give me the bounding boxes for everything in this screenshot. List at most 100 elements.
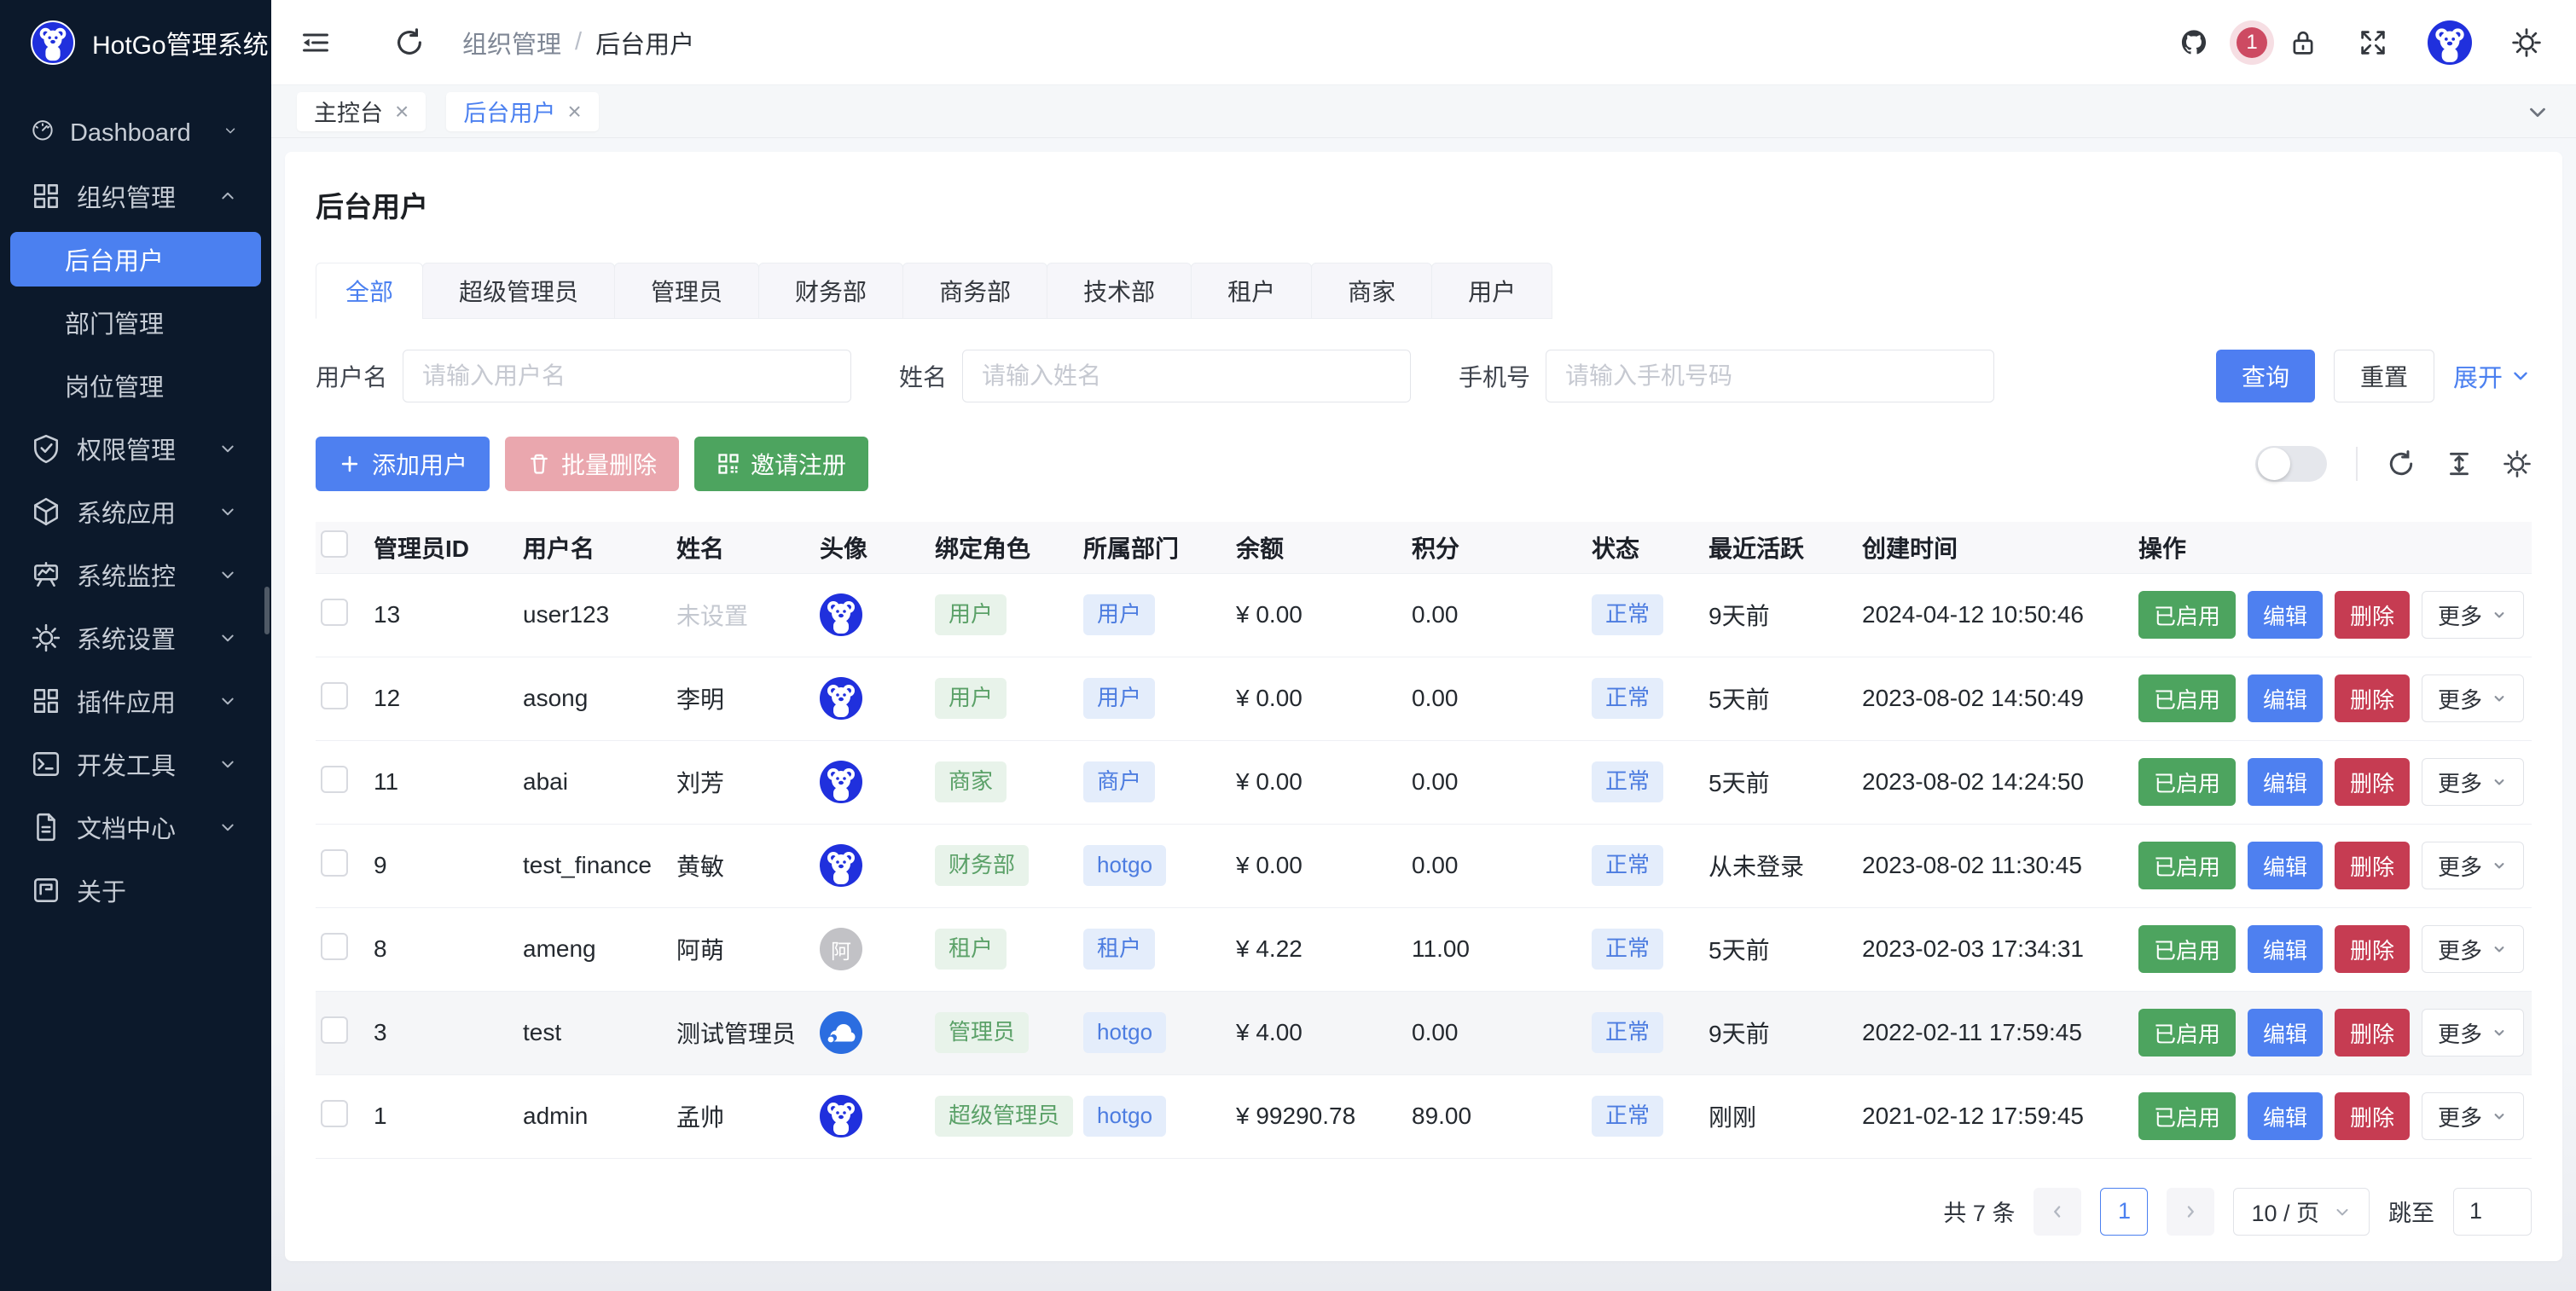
sidebar-item-label: 权限管理 — [77, 431, 176, 466]
add-user-button[interactable]: 添加用户 — [316, 437, 490, 491]
filter-tab-财务部[interactable]: 财务部 — [758, 263, 903, 319]
sidebar-item-部门管理[interactable]: 部门管理 — [10, 295, 261, 350]
table-row-user-test: 3test测试管理员管理员hotgo¥ 4.000.00正常9天前2022-02… — [316, 991, 2532, 1074]
row-height-icon[interactable] — [2445, 449, 2474, 478]
more-button[interactable]: 更多 — [2422, 1092, 2524, 1140]
edit-button[interactable]: 编辑 — [2248, 674, 2323, 722]
enabled-status-button[interactable]: 已启用 — [2138, 1092, 2236, 1140]
pagination-jump-input[interactable] — [2453, 1188, 2532, 1236]
tabbar-chevron-down-icon[interactable] — [2525, 99, 2550, 124]
sidebar-item-Dashboard[interactable]: Dashboard — [10, 106, 261, 160]
sidebar-item-系统应用[interactable]: 系统应用 — [10, 484, 261, 539]
more-button[interactable]: 更多 — [2422, 758, 2524, 806]
sidebar-collapse-icon[interactable] — [300, 27, 331, 58]
fullscreen-icon[interactable] — [2358, 27, 2388, 58]
enabled-status-button[interactable]: 已启用 — [2138, 1009, 2236, 1057]
row-checkbox[interactable] — [321, 849, 348, 877]
striped-toggle[interactable] — [2255, 446, 2327, 482]
pagination-page-1[interactable]: 1 — [2100, 1188, 2148, 1236]
table-refresh-icon[interactable] — [2387, 449, 2416, 478]
pagination-prev-button[interactable] — [2034, 1188, 2081, 1236]
lock-screen-icon[interactable] — [2288, 27, 2318, 58]
github-icon[interactable] — [2179, 27, 2209, 58]
app-logo-row[interactable]: HotGo管理系统 — [0, 0, 271, 85]
row-checkbox[interactable] — [321, 599, 348, 626]
sidebar-item-组织管理[interactable]: 组织管理 — [10, 169, 261, 223]
page-tab-后台用户[interactable]: 后台用户× — [446, 92, 598, 131]
row-checkbox[interactable] — [321, 766, 348, 793]
invite-register-button[interactable]: 邀请注册 — [694, 437, 868, 491]
filter-tab-技术部[interactable]: 技术部 — [1047, 263, 1192, 319]
filter-tab-管理员[interactable]: 管理员 — [614, 263, 759, 319]
cell-points: 11.00 — [1407, 907, 1587, 991]
more-button[interactable]: 更多 — [2422, 591, 2524, 639]
filter-tab-商家[interactable]: 商家 — [1311, 263, 1432, 319]
username-input[interactable] — [403, 350, 851, 402]
edit-button[interactable]: 编辑 — [2248, 1092, 2323, 1140]
user-avatar[interactable] — [2428, 20, 2472, 65]
sidebar-item-关于[interactable]: 关于 — [10, 863, 261, 918]
user-avatar-koala-icon — [820, 761, 862, 803]
delete-button[interactable]: 删除 — [2335, 1009, 2410, 1057]
edit-button[interactable]: 编辑 — [2248, 925, 2323, 973]
query-button[interactable]: 查询 — [2216, 350, 2315, 402]
page-size-select[interactable]: 10 / 页 — [2233, 1188, 2370, 1236]
enabled-status-button[interactable]: 已启用 — [2138, 591, 2236, 639]
more-button[interactable]: 更多 — [2422, 674, 2524, 722]
filter-tab-用户[interactable]: 用户 — [1431, 263, 1552, 319]
enabled-status-button[interactable]: 已启用 — [2138, 674, 2236, 722]
more-button[interactable]: 更多 — [2422, 1009, 2524, 1057]
edit-button[interactable]: 编辑 — [2248, 842, 2323, 889]
reload-icon[interactable] — [394, 27, 425, 58]
delete-button[interactable]: 删除 — [2335, 591, 2410, 639]
mobile-input[interactable] — [1546, 350, 1994, 402]
role-tag: 用户 — [935, 678, 1007, 718]
sidebar-item-岗位管理[interactable]: 岗位管理 — [10, 358, 261, 413]
row-checkbox[interactable] — [321, 1016, 348, 1044]
expand-link[interactable]: 展开 — [2453, 358, 2532, 394]
enabled-status-button[interactable]: 已启用 — [2138, 758, 2236, 806]
filter-tab-超级管理员[interactable]: 超级管理员 — [422, 263, 615, 319]
delete-button[interactable]: 删除 — [2335, 842, 2410, 889]
reset-button[interactable]: 重置 — [2334, 350, 2434, 402]
realname-input[interactable] — [962, 350, 1411, 402]
sidebar-item-系统设置[interactable]: 系统设置 — [10, 611, 261, 665]
sidebar-item-文档中心[interactable]: 文档中心 — [10, 800, 261, 854]
filter-tab-全部[interactable]: 全部 — [316, 263, 423, 319]
cell-created-at: 2023-08-02 14:24:50 — [1857, 740, 2133, 824]
delete-button[interactable]: 删除 — [2335, 1092, 2410, 1140]
breadcrumb-current[interactable]: 后台用户 — [595, 25, 694, 61]
more-button[interactable]: 更多 — [2422, 925, 2524, 973]
settings-gear-icon[interactable] — [2511, 27, 2542, 58]
tab-close-icon[interactable]: × — [395, 100, 409, 124]
page-tabs-bar: 主控台× 后台用户× — [271, 85, 2576, 138]
edit-button[interactable]: 编辑 — [2248, 758, 2323, 806]
enabled-status-button[interactable]: 已启用 — [2138, 842, 2236, 889]
more-button[interactable]: 更多 — [2422, 842, 2524, 889]
select-all-checkbox[interactable] — [321, 530, 348, 558]
pagination-next-button[interactable] — [2167, 1188, 2214, 1236]
row-checkbox[interactable] — [321, 1100, 348, 1127]
edit-button[interactable]: 编辑 — [2248, 1009, 2323, 1057]
sidebar-item-插件应用[interactable]: 插件应用 — [10, 674, 261, 728]
batch-delete-button[interactable]: 批量删除 — [505, 437, 679, 491]
row-checkbox[interactable] — [321, 682, 348, 709]
sidebar-item-开发工具[interactable]: 开发工具 — [10, 737, 261, 791]
dept-tag: 商户 — [1083, 761, 1155, 802]
breadcrumb-parent[interactable]: 组织管理 — [462, 25, 561, 61]
sidebar-item-系统监控[interactable]: 系统监控 — [10, 547, 261, 602]
delete-button[interactable]: 删除 — [2335, 925, 2410, 973]
page-tab-主控台[interactable]: 主控台× — [297, 92, 426, 131]
delete-button[interactable]: 删除 — [2335, 758, 2410, 806]
delete-button[interactable]: 删除 — [2335, 674, 2410, 722]
filter-tab-租户[interactable]: 租户 — [1191, 263, 1312, 319]
sidebar-scrollbar[interactable] — [264, 587, 270, 634]
row-checkbox[interactable] — [321, 933, 348, 960]
sidebar-item-权限管理[interactable]: 权限管理 — [10, 421, 261, 476]
sidebar-item-后台用户[interactable]: 后台用户 — [10, 232, 261, 287]
edit-button[interactable]: 编辑 — [2248, 591, 2323, 639]
tab-close-icon[interactable]: × — [567, 100, 581, 124]
table-settings-gear-icon[interactable] — [2503, 449, 2532, 478]
filter-tab-商务部[interactable]: 商务部 — [902, 263, 1047, 319]
enabled-status-button[interactable]: 已启用 — [2138, 925, 2236, 973]
